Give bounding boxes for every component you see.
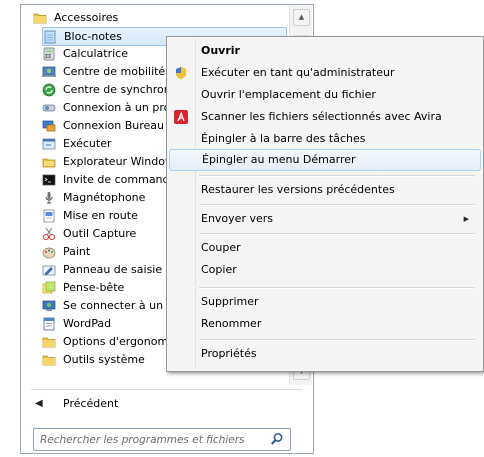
list-item-label: Bloc-notes [64, 30, 122, 43]
list-item-label: Accessoires [54, 11, 119, 24]
menu-item-supprimer[interactable]: Supprimer [169, 291, 479, 313]
menu-item-restaurer-versions[interactable]: Restaurer les versions précédentes [169, 179, 479, 201]
list-item-label: Mise en route [63, 209, 138, 222]
sync-center-icon [42, 83, 56, 97]
menu-separator [199, 175, 475, 177]
list-item-label: Pense-bête [63, 281, 125, 294]
list-item-label: Explorateur Windows [63, 155, 180, 168]
network-projector-icon [42, 300, 56, 311]
menu-separator [199, 233, 475, 235]
getting-started-icon [43, 209, 55, 223]
menu-item-proprietes[interactable]: Propriétés [169, 343, 479, 365]
notepad-icon [44, 30, 56, 44]
list-item-label: Options d'ergonomie [63, 335, 178, 348]
menu-item-label: Exécuter en tant qu'administrateur [201, 66, 395, 79]
paint-icon [42, 247, 56, 259]
projector-icon [42, 104, 56, 112]
run-icon [42, 138, 56, 150]
menu-item-label: Renommer [201, 317, 262, 330]
menu-item-copier[interactable]: Copier [169, 259, 479, 281]
list-item-label: Exécuter [63, 137, 112, 150]
submenu-arrow-icon: ▶ [463, 215, 469, 223]
menu-item-label: Épingler au menu Démarrer [202, 153, 356, 166]
wordpad-icon [43, 317, 55, 331]
menu-separator [199, 339, 475, 341]
menu-item-label: Supprimer [201, 295, 259, 308]
uac-shield-icon [176, 67, 186, 79]
back-label: Précédent [63, 397, 119, 410]
list-item-label: Calculatrice [63, 47, 129, 60]
menu-item-label: Ouvrir [201, 44, 240, 57]
microphone-icon [45, 192, 53, 204]
context-menu: Ouvrir Exécuter en tant qu'administrateu… [166, 36, 484, 372]
folder-icon [42, 355, 56, 366]
search-input[interactable] [38, 431, 268, 449]
menu-item-ouvrir-emplacement[interactable]: Ouvrir l'emplacement du fichier [169, 84, 479, 106]
list-item-label: Invite de commandes [63, 173, 183, 186]
menu-separator [199, 204, 475, 206]
list-item-label: Magnétophone [63, 191, 146, 204]
list-item-label: Outils système [63, 353, 145, 366]
sticky-notes-icon [42, 281, 56, 294]
menu-item-couper[interactable]: Couper [169, 237, 479, 259]
avira-icon [174, 110, 188, 124]
menu-item-label: Épingler à la barre des tâches [201, 132, 366, 145]
menu-item-epingler-barre[interactable]: Épingler à la barre des tâches [169, 128, 479, 150]
menu-item-label: Propriétés [201, 347, 257, 360]
search-box[interactable] [33, 428, 291, 451]
math-input-icon [42, 265, 56, 276]
folder-icon [33, 13, 47, 24]
menu-item-label: Copier [201, 263, 237, 276]
list-item-accessoires-folder[interactable]: Accessoires [33, 9, 285, 27]
list-item-label: Outil Capture [63, 227, 137, 240]
mobility-center-icon [42, 66, 56, 77]
calculator-icon [43, 47, 55, 61]
explorer-icon [42, 158, 56, 168]
menu-item-ouvrir[interactable]: Ouvrir [169, 40, 479, 62]
menu-item-epingler-demarrer[interactable]: Épingler au menu Démarrer [169, 149, 481, 171]
divider [31, 389, 303, 390]
menu-item-envoyer-vers[interactable]: Envoyer vers ▶ [169, 208, 479, 230]
menu-item-executer-admin[interactable]: Exécuter en tant qu'administrateur [169, 62, 479, 84]
menu-item-scanner-avira[interactable]: Scanner les fichiers sélectionnés avec A… [169, 106, 479, 128]
menu-item-renommer[interactable]: Renommer [169, 313, 479, 335]
menu-item-label: Restaurer les versions précédentes [201, 183, 395, 196]
scroll-up-button[interactable]: ▲ [293, 9, 310, 26]
menu-item-label: Couper [201, 241, 241, 254]
menu-separator [199, 287, 475, 289]
back-arrow-icon: ◀ [35, 398, 43, 409]
menu-item-label: Envoyer vers [201, 212, 273, 225]
menu-item-label: Ouvrir l'emplacement du fichier [201, 88, 376, 101]
list-item-label: WordPad [63, 317, 112, 330]
back-button[interactable]: ◀ Précédent [35, 392, 295, 416]
menu-item-label: Scanner les fichiers sélectionnés avec A… [201, 110, 442, 123]
remote-desktop-icon [42, 120, 56, 132]
list-item-label: Paint [63, 245, 91, 258]
folder-icon [42, 337, 56, 348]
snipping-tool-icon [42, 227, 56, 241]
search-icon[interactable] [270, 432, 284, 446]
cmd-icon [42, 174, 56, 186]
